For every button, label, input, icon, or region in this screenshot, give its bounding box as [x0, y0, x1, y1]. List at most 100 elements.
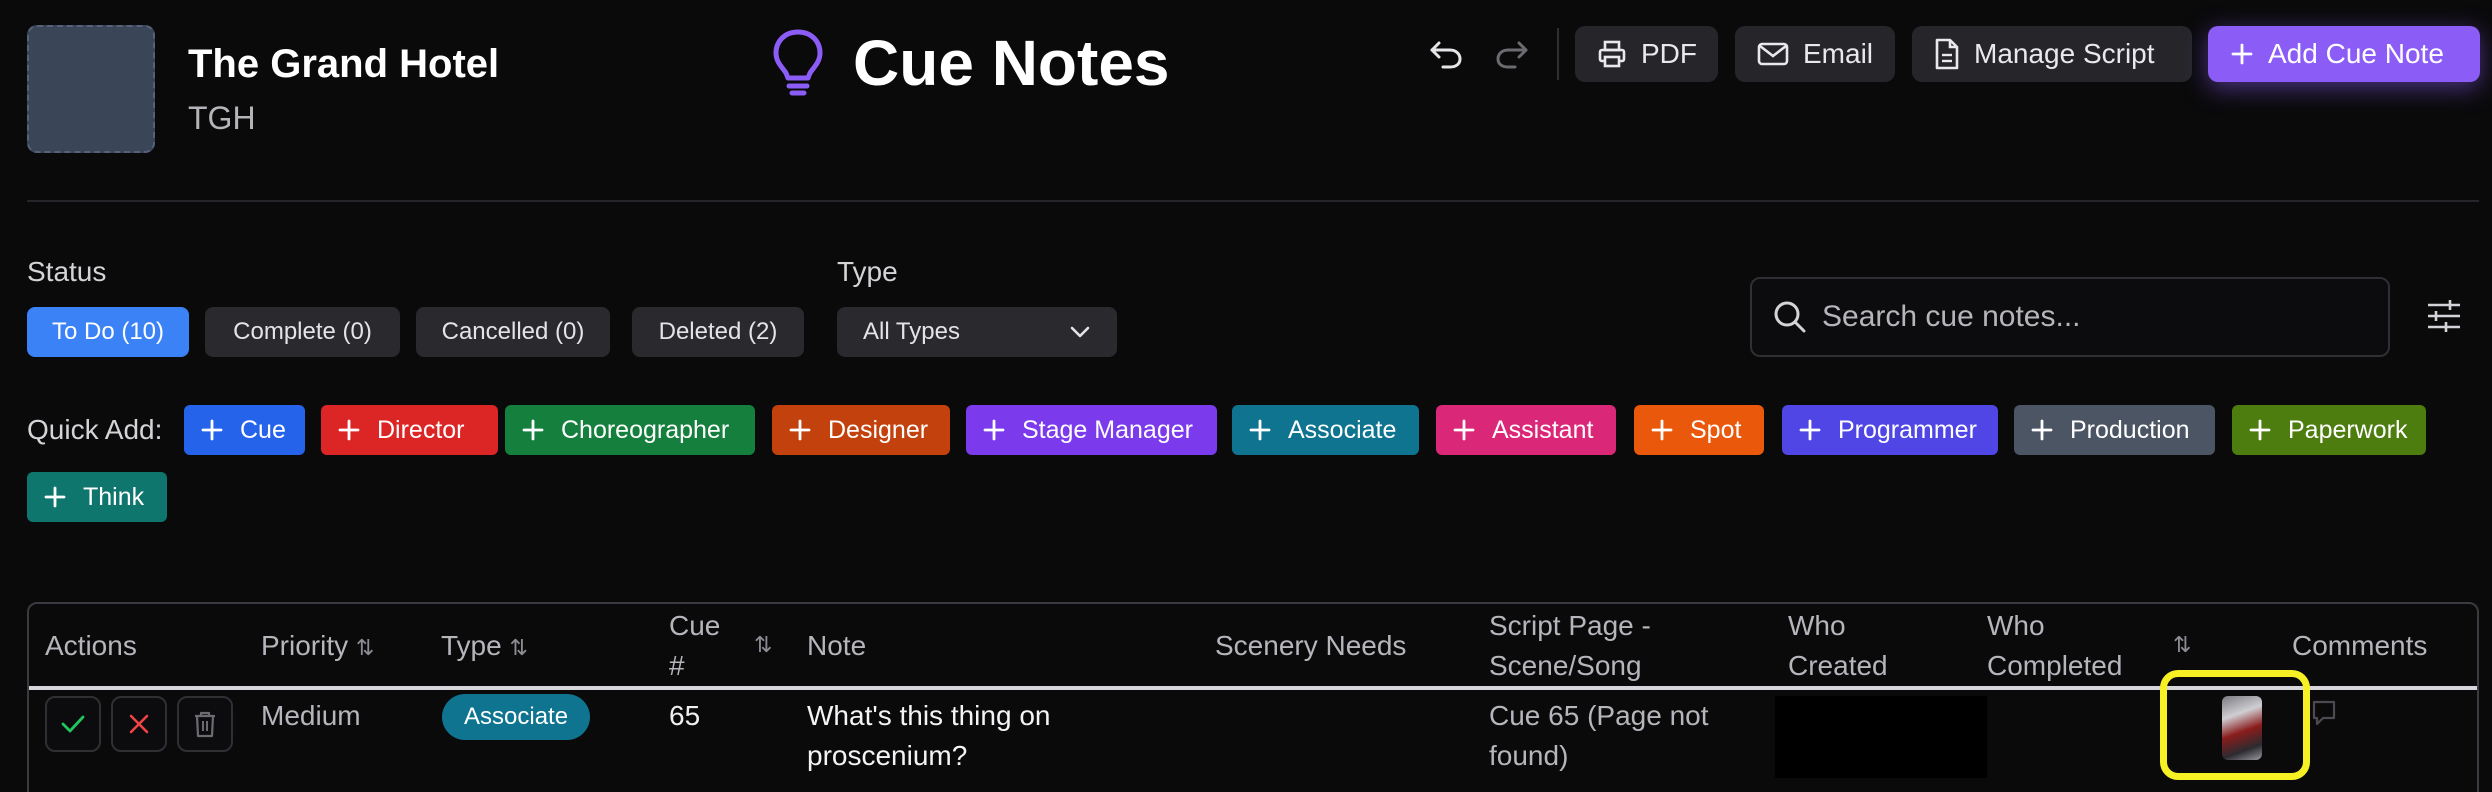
comment-icon[interactable]	[2309, 698, 2339, 728]
plus-icon	[2231, 43, 2253, 65]
quick-add-choreographer-button[interactable]: Choreographer	[505, 405, 755, 455]
col-scenery-needs: Scenery Needs	[1215, 630, 1407, 661]
col-who-completed-label-2: Completed	[1987, 650, 2123, 681]
quick-add-designer-button[interactable]: Designer	[772, 405, 950, 455]
status-todo-pill[interactable]: To Do (10)	[27, 307, 189, 357]
printer-icon	[1598, 40, 1626, 68]
quick-add-paperwork-button[interactable]: Paperwork	[2232, 405, 2426, 455]
quick-add-label-text: Spot	[1690, 415, 1742, 444]
note-text[interactable]: What's this thing on proscenium?	[807, 696, 1050, 776]
production-name: The Grand Hotel	[188, 42, 500, 86]
plus-icon	[2031, 419, 2053, 441]
plus-icon	[201, 419, 223, 441]
quick-add-production-button[interactable]: Production	[2014, 405, 2215, 455]
quick-add-think-button[interactable]: Think	[27, 472, 167, 522]
quick-add-label-text: Choreographer	[561, 415, 730, 444]
col-priority-label: Priority	[261, 630, 349, 661]
quick-add-label-text: Associate	[1288, 415, 1397, 444]
col-actions: Actions	[45, 630, 137, 661]
quick-add-assistant-button[interactable]: Assistant	[1436, 405, 1616, 455]
mail-icon	[1757, 42, 1789, 66]
sort-icon[interactable]: ⇅	[356, 635, 374, 660]
quick-add-stage-manager-button[interactable]: Stage Manager	[966, 405, 1217, 455]
plus-icon	[2249, 419, 2271, 441]
sort-icon[interactable]: ⇅	[754, 632, 772, 658]
note-line-1: What's this thing on	[807, 700, 1051, 731]
type-select-value: All Types	[863, 318, 960, 345]
quick-add-label-text: Programmer	[1838, 415, 1977, 444]
lightbulb-icon	[773, 29, 823, 96]
plus-icon	[1249, 419, 1271, 441]
who-created-redacted	[1775, 696, 1987, 778]
manage-script-label: Manage Script	[1974, 38, 2155, 69]
quick-add-director-button[interactable]: Director	[321, 405, 498, 455]
plus-icon	[1651, 419, 1673, 441]
sliders-icon[interactable]	[2424, 296, 2464, 336]
col-who-completed-label-1: Who	[1987, 610, 2045, 641]
email-button[interactable]: Email	[1735, 26, 1895, 82]
production-logo[interactable]	[27, 25, 155, 153]
quick-add-label-text: Director	[377, 415, 465, 444]
status-complete-pill[interactable]: Complete (0)	[205, 307, 400, 357]
check-icon	[61, 715, 85, 733]
type-badge: Associate	[442, 694, 591, 740]
status-label: Status	[27, 256, 107, 287]
production-code: TGH	[188, 100, 256, 136]
col-comments: Comments	[2292, 630, 2428, 661]
cancel-button[interactable]	[111, 696, 167, 752]
document-icon	[1935, 38, 1959, 70]
quick-add-cue-button[interactable]: Cue	[184, 405, 305, 455]
plus-icon	[522, 419, 544, 441]
col-note: Note	[807, 630, 867, 661]
plus-icon	[789, 419, 811, 441]
cue-number: 65	[669, 700, 701, 731]
plus-icon	[1453, 419, 1475, 441]
script-line-2: found)	[1489, 740, 1569, 771]
page-title: Cue Notes	[853, 27, 1170, 99]
quick-add-label-text: Cue	[240, 415, 286, 444]
quick-add-label-text: Assistant	[1492, 415, 1594, 444]
undo-icon[interactable]	[1424, 32, 1468, 76]
note-line-2: proscenium?	[807, 740, 968, 771]
col-cue-number[interactable]: Cue #	[669, 606, 720, 686]
col-who-created: Who Created	[1788, 606, 1888, 686]
type-select[interactable]: All Types	[837, 307, 1117, 357]
col-type[interactable]: Type ⇅	[441, 626, 528, 668]
status-deleted-pill[interactable]: Deleted (2)	[632, 307, 804, 357]
sort-icon[interactable]: ⇅	[2173, 632, 2191, 658]
quick-add-programmer-button[interactable]: Programmer	[1782, 405, 1998, 455]
status-cancelled-pill[interactable]: Cancelled (0)	[416, 307, 610, 357]
cue-notes-table: Actions Priority ⇅ Type ⇅ Cue # ⇅ Note S…	[27, 602, 2479, 792]
complete-button[interactable]	[45, 696, 101, 752]
script-line-1: Cue 65 (Page not	[1489, 700, 1709, 731]
col-who-created-label-2: Created	[1788, 650, 1888, 681]
col-who-completed: Who Completed	[1987, 606, 2122, 686]
redo-icon[interactable]	[1490, 32, 1534, 76]
highlight-box	[2160, 670, 2310, 780]
quick-add-spot-button[interactable]: Spot	[1634, 405, 1764, 455]
manage-script-button[interactable]: Manage Script	[1912, 26, 2192, 82]
pdf-button[interactable]: PDF	[1575, 26, 1718, 82]
plus-icon	[338, 419, 360, 441]
type-label: Type	[837, 256, 898, 287]
sort-icon[interactable]: ⇅	[509, 635, 527, 660]
col-script-label-2: Scene/Song	[1489, 650, 1642, 681]
col-script-label-1: Script Page -	[1489, 610, 1651, 641]
delete-button[interactable]	[177, 696, 233, 752]
close-icon	[129, 714, 149, 734]
quick-add-label-text: Stage Manager	[1022, 415, 1193, 444]
quick-add-label-text: Production	[2070, 415, 2190, 444]
add-cue-note-button[interactable]: Add Cue Note	[2208, 26, 2480, 82]
plus-icon	[983, 419, 1005, 441]
script-page-value: Cue 65 (Page not found)	[1489, 696, 1709, 776]
quick-add-associate-button[interactable]: Associate	[1232, 405, 1419, 455]
quick-add-label: Quick Add:	[27, 414, 163, 445]
col-who-created-label-1: Who	[1788, 610, 1846, 641]
priority-value: Medium	[261, 700, 361, 731]
quick-add-label-text: Paperwork	[2288, 415, 2408, 444]
pdf-label: PDF	[1641, 38, 1697, 69]
search-box[interactable]	[1750, 277, 2390, 357]
col-cue-label-1: Cue	[669, 610, 721, 641]
search-input[interactable]	[1822, 300, 2362, 334]
col-priority[interactable]: Priority ⇅	[261, 626, 374, 668]
